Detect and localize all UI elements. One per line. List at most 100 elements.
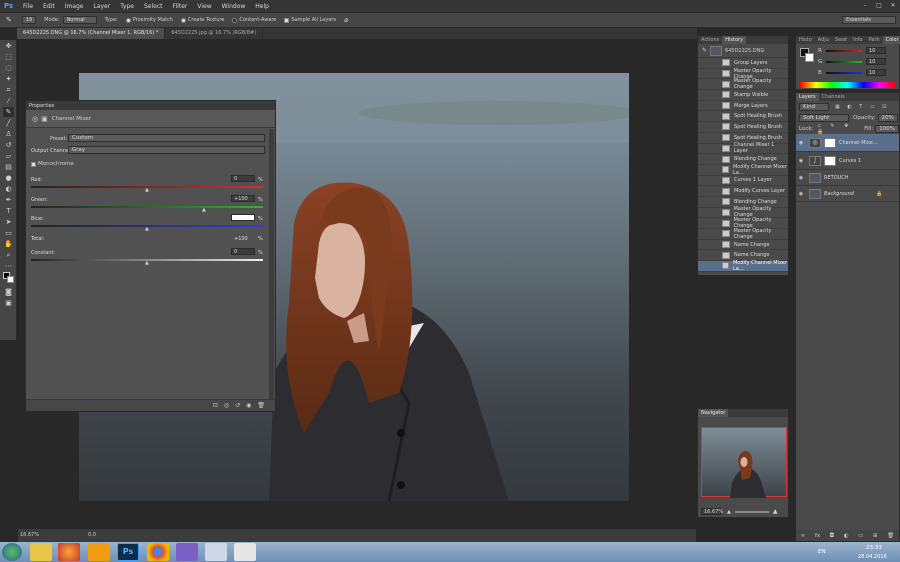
crop-tool-icon[interactable]: ⌗ — [3, 85, 14, 95]
history-item[interactable]: Modify Channel Mixer La... — [698, 164, 788, 176]
layer-row[interactable]: ◉ ∫ Curves 1 — [796, 152, 899, 170]
tab-document-jpg[interactable]: 645D2225.jpg @ 16.7% (RGB/8#) — [165, 28, 264, 39]
healing-brush-icon[interactable]: ✎ — [6, 16, 12, 24]
proximity-radio[interactable] — [125, 17, 131, 23]
reset-icon[interactable]: ↺ — [235, 402, 240, 409]
photoshop-taskbar-icon[interactable]: Ps — [117, 543, 139, 561]
g-value-input[interactable]: 10 — [866, 58, 886, 65]
brush-tool-icon[interactable]: ╱ — [3, 118, 14, 128]
status-zoom[interactable]: 16.67% — [20, 529, 39, 542]
mode-select[interactable]: Normal — [62, 16, 97, 24]
r-value-input[interactable]: 10 — [866, 47, 886, 54]
output-channel-select[interactable]: Gray — [68, 146, 265, 154]
pressure-icon[interactable]: ⌀ — [344, 16, 348, 24]
tab-swatches[interactable]: Swat — [832, 36, 850, 44]
content-aware-radio[interactable] — [232, 17, 238, 23]
history-item[interactable]: Spot Healing Brush — [698, 122, 788, 133]
explorer-taskbar-icon[interactable] — [30, 543, 52, 561]
constant-slider-thumb[interactable]: ▲ — [145, 260, 149, 266]
monochrome-checkbox[interactable] — [31, 161, 36, 167]
eraser-icon[interactable]: ▱ — [3, 151, 14, 161]
blend-mode-select[interactable]: Soft Light — [799, 113, 849, 122]
visibility-icon[interactable]: ◉ — [246, 402, 251, 409]
visual-studio-taskbar-icon[interactable] — [176, 543, 198, 561]
visibility-eye-icon[interactable]: ◉ — [796, 158, 806, 164]
menu-image[interactable]: Image — [60, 3, 89, 10]
opacity-input[interactable]: 20% — [877, 113, 898, 122]
tab-channels[interactable]: Channels — [819, 93, 848, 101]
layer-row[interactable]: ◉ Background 🔒 — [796, 186, 899, 202]
r-slider[interactable] — [826, 50, 862, 52]
green-value-input[interactable]: +100 — [231, 195, 255, 202]
history-item[interactable]: Curves 1 Layer — [698, 176, 788, 187]
filter-icons[interactable]: ▦ ◐ T ▭ ⊡ — [835, 104, 889, 110]
red-slider-thumb[interactable]: ▲ — [145, 187, 149, 193]
stamp-tool-icon[interactable]: ♙ — [3, 129, 14, 139]
clock-date[interactable]: 28.04.2016 — [858, 554, 887, 560]
snapshot-label[interactable]: 645D2225.DNG — [725, 48, 764, 54]
navigator-zoom-input[interactable]: 16.67% — [701, 508, 723, 515]
screen-mode-icon[interactable]: ▣ — [3, 298, 14, 308]
zoom-in-icon[interactable]: ▲ — [773, 508, 778, 515]
layer-mask-thumbnail[interactable] — [824, 155, 836, 166]
layer-row[interactable]: ◉ RETOUCH — [796, 170, 899, 186]
workspace-select[interactable]: Essentials — [842, 16, 896, 24]
menu-filter[interactable]: Filter — [168, 3, 193, 10]
language-indicator[interactable]: EN — [818, 549, 826, 555]
path-select-icon[interactable]: ➤ — [3, 217, 14, 227]
tab-actions[interactable]: Actions — [698, 36, 722, 44]
add-mask-icon[interactable]: ◘ — [830, 533, 834, 539]
color-swatches[interactable] — [3, 272, 14, 286]
visibility-eye-icon[interactable]: ◉ — [796, 191, 806, 197]
menu-view[interactable]: View — [192, 3, 216, 10]
blue-slider-thumb[interactable]: ▲ — [145, 226, 149, 232]
b-value-input[interactable]: 10 — [866, 69, 886, 76]
app-taskbar-icon[interactable] — [234, 543, 256, 561]
history-item[interactable]: Name Change — [698, 240, 788, 251]
constant-value-input[interactable]: 0 — [231, 248, 255, 255]
history-item[interactable]: Channel Mixer 1 Layer — [698, 142, 788, 154]
tab-color[interactable]: Color — [882, 36, 900, 44]
navigator-preview[interactable] — [701, 427, 787, 498]
eyedropper-icon[interactable]: ⁄ — [3, 96, 14, 106]
green-slider[interactable] — [31, 206, 263, 208]
notepad-taskbar-icon[interactable] — [205, 543, 227, 561]
tab-paths[interactable]: Path — [866, 36, 883, 44]
status-doc-info[interactable]: 0.0 — [88, 529, 96, 542]
visibility-eye-icon[interactable]: ◉ — [796, 175, 806, 181]
minimize-button[interactable]: – — [858, 0, 872, 12]
healing-tool-icon[interactable]: ✎ — [3, 107, 14, 117]
texture-radio[interactable] — [180, 17, 186, 23]
layer-name[interactable]: Curves 1 — [839, 158, 861, 164]
tab-info[interactable]: Info — [850, 36, 865, 44]
blue-value-input[interactable] — [231, 214, 255, 221]
chrome-taskbar-icon[interactable] — [147, 543, 169, 561]
tab-adjustments[interactable]: Adju — [815, 36, 832, 44]
background-color-swatch[interactable] — [805, 53, 814, 62]
layer-kind-filter[interactable]: Kind — [799, 102, 829, 111]
move-tool-icon[interactable]: ✥ — [3, 41, 14, 51]
menu-window[interactable]: Window — [217, 3, 251, 10]
layer-row[interactable]: ◉ ◎ Channel Mixe... — [796, 134, 899, 152]
history-item[interactable]: Merge Layers — [698, 101, 788, 112]
preset-select[interactable]: Custom — [68, 134, 265, 142]
more-tools-icon[interactable]: ⋯ — [3, 261, 14, 271]
navigator-zoom-slider[interactable] — [734, 510, 769, 513]
marquee-tool-icon[interactable]: ⬚ — [3, 52, 14, 62]
view-previous-icon[interactable]: ◎ — [224, 402, 229, 409]
start-button[interactable] — [2, 543, 22, 561]
b-slider[interactable] — [826, 72, 862, 74]
tab-histogram[interactable]: Histo — [796, 36, 815, 44]
fx-icon[interactable]: fx — [815, 533, 820, 539]
firefox-taskbar-icon[interactable] — [58, 543, 80, 561]
trash-icon[interactable]: 🗑 — [257, 402, 265, 409]
link-icon[interactable]: ∞ — [801, 533, 806, 539]
tab-navigator[interactable]: Navigator — [698, 409, 729, 417]
group-icon[interactable]: ▭ — [858, 533, 863, 539]
layer-mask-thumbnail[interactable] — [824, 137, 836, 148]
hand-icon[interactable]: ✋ — [3, 239, 14, 249]
history-brush-icon[interactable]: ↺ — [3, 140, 14, 150]
vlc-taskbar-icon[interactable] — [88, 543, 110, 561]
clock-time[interactable]: 23:33 — [866, 545, 882, 551]
lock-icons[interactable]: ▫ ✎ ✥ 🔒 — [817, 123, 858, 135]
